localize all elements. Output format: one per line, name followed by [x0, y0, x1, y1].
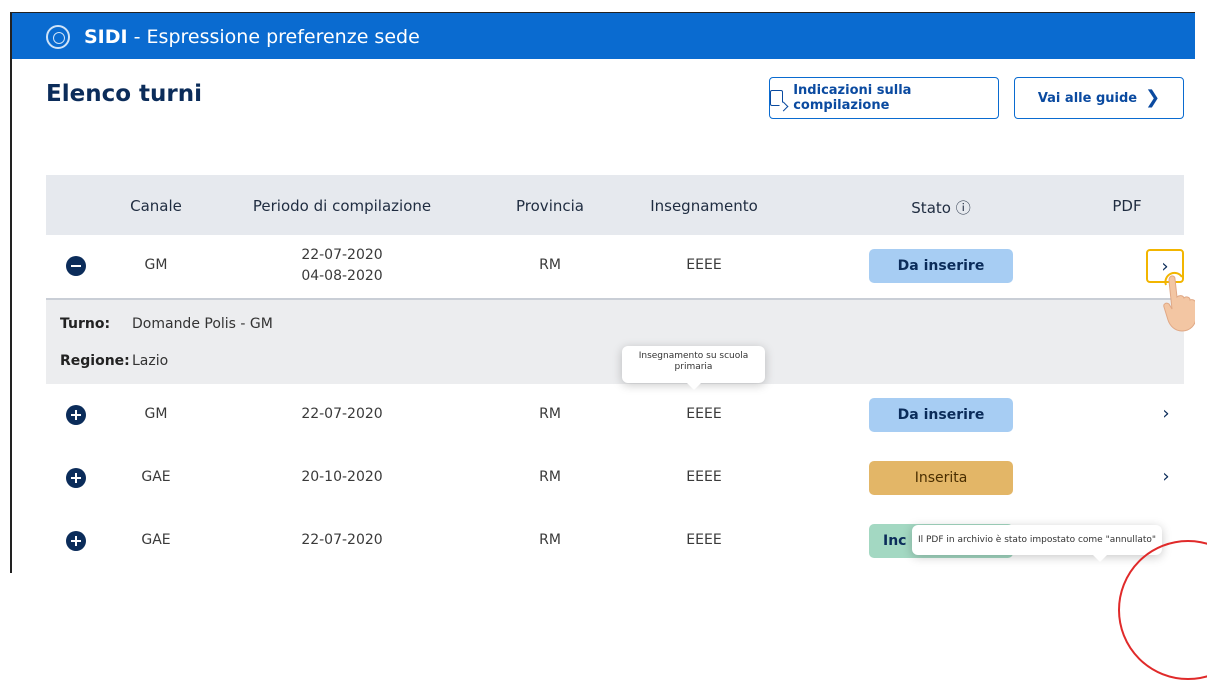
app-frame: SIDI - Espressione preferenze sede Elenc…	[10, 12, 1195, 573]
cell-insegnamento[interactable]: EEEE	[686, 469, 721, 485]
click-ripple-icon	[1164, 271, 1183, 286]
status-badge: Da inserire	[869, 249, 1013, 283]
app-title-separator: -	[127, 26, 147, 48]
document-icon	[770, 90, 784, 106]
periodo-start: 22-07-2020	[301, 247, 383, 263]
cell-provincia: RM	[539, 257, 561, 273]
cell-canale: GAE	[141, 469, 171, 485]
status-badge: Da inserire	[869, 398, 1013, 432]
cell-periodo: 22-07-2020	[301, 532, 383, 548]
indicazioni-button[interactable]: Indicazioni sulla compilazione	[769, 77, 999, 119]
table-header: Canale Periodo di compilazione Provincia…	[46, 175, 1184, 237]
app-header: SIDI - Espressione preferenze sede	[12, 13, 1195, 59]
table-row: GAE 20-10-2020 RM EEEE Inserita ›	[46, 447, 1184, 511]
cell-insegnamento[interactable]: EEEE	[686, 406, 721, 422]
cell-periodo: 20-10-2020	[301, 469, 383, 485]
republic-emblem-icon	[46, 25, 70, 49]
regione-value: Lazio	[132, 353, 169, 369]
pdf-open-button[interactable]: ›	[1162, 466, 1169, 487]
guide-button[interactable]: Vai alle guide ❯	[1014, 77, 1184, 119]
row-detail-panel: Turno: Domande Polis - GM Regione: Lazio	[46, 298, 1184, 386]
header-periodo: Periodo di compilazione	[252, 197, 432, 215]
app-subtitle: Espressione preferenze sede	[146, 26, 420, 48]
pdf-open-button[interactable]: ›	[1162, 403, 1169, 424]
header-insegnamento: Insegnamento	[650, 197, 758, 215]
header-pdf: PDF	[1112, 197, 1142, 215]
chevron-right-icon: ❯	[1145, 87, 1161, 108]
regione-label: Regione:	[60, 353, 130, 369]
page-title: Elenco turni	[46, 81, 202, 107]
header-stato[interactable]: Stato ⓘ	[911, 197, 970, 218]
app-title: SIDI - Espressione preferenze sede	[84, 26, 420, 48]
expand-icon[interactable]	[66, 531, 86, 551]
cell-insegnamento[interactable]: EEEE	[686, 532, 721, 548]
cell-provincia: RM	[539, 532, 561, 548]
cell-canale: GM	[144, 406, 168, 422]
status-badge: Inserita	[869, 461, 1013, 495]
collapse-icon[interactable]	[66, 256, 86, 276]
turno-label: Turno:	[60, 316, 111, 332]
table-row: GM 22-07-2020 04-08-2020 RM EEEE Da inse…	[46, 235, 1184, 299]
cell-periodo: 22-07-2020 04-08-2020	[301, 245, 382, 287]
guide-label: Vai alle guide	[1037, 90, 1138, 106]
cell-provincia: RM	[539, 469, 561, 485]
app-name: SIDI	[84, 26, 128, 48]
cell-canale: GAE	[141, 532, 171, 548]
header-canale: Canale	[130, 197, 182, 215]
expand-icon[interactable]	[66, 405, 86, 425]
indicazioni-label: Indicazioni sulla compilazione	[793, 83, 912, 113]
cell-canale: GM	[144, 257, 168, 273]
expand-icon[interactable]	[66, 468, 86, 488]
periodo-end: 04-08-2020	[301, 268, 383, 284]
pdf-annullato-tooltip: Il PDF in archivio è stato impostato com…	[912, 525, 1162, 562]
cell-periodo: 22-07-2020	[301, 406, 383, 422]
turno-value: Domande Polis - GM	[132, 316, 273, 332]
cell-insegnamento[interactable]: EEEE	[686, 257, 721, 273]
insegnamento-tooltip: Insegnamento su scuola primaria	[622, 346, 765, 390]
table-row: GM 22-07-2020 RM EEEE Da inserire ›	[46, 384, 1184, 448]
cell-provincia: RM	[539, 406, 561, 422]
header-provincia: Provincia	[516, 197, 584, 215]
